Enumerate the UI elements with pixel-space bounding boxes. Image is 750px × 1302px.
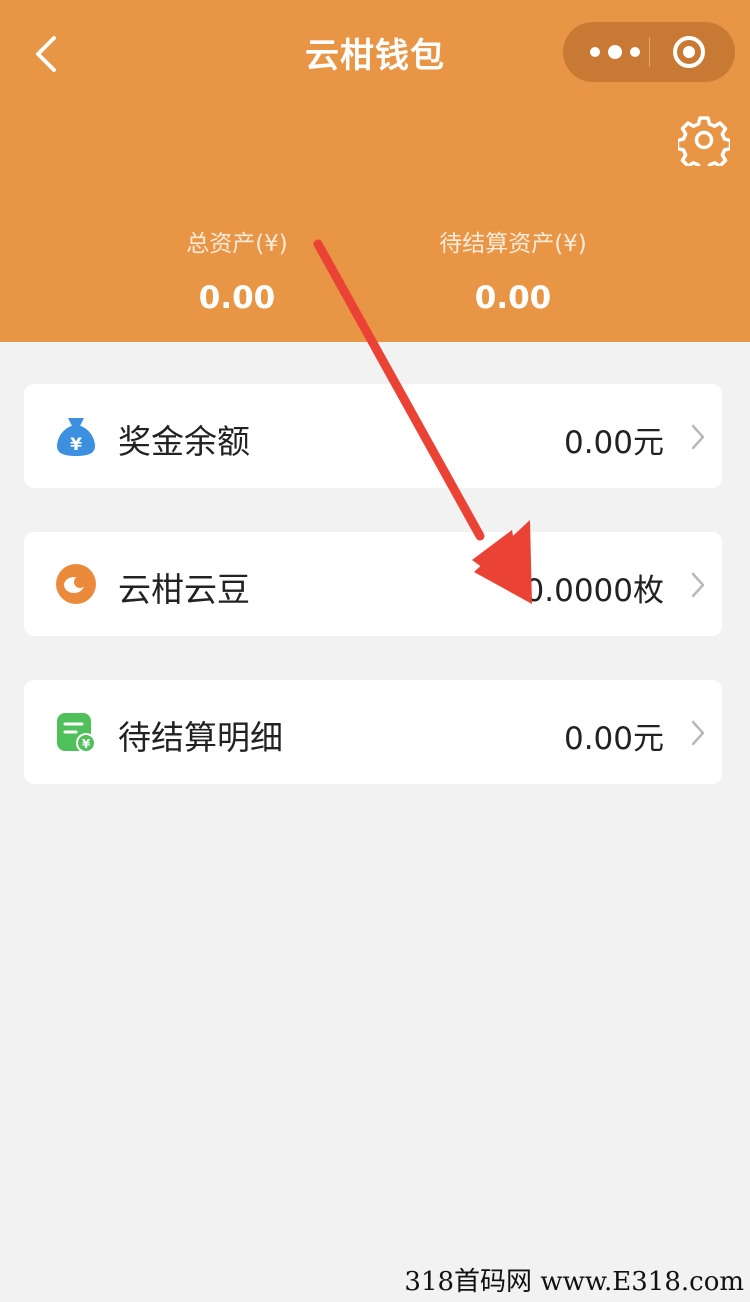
mini-program-capsule [563,22,735,82]
pending-assets-label: 待结算资产(¥) [439,231,587,257]
list-item-pending-details[interactable]: ¥ 待结算明细 0.00元 [24,680,722,784]
chevron-right-icon [691,720,705,746]
total-assets-value: 0.00 [198,280,276,316]
list-item-bonus-balance[interactable]: ¥ 奖金余额 0.00元 [24,384,722,488]
bonus-balance-label: 奖金余额 [118,422,250,461]
chevron-right-icon [691,424,705,450]
total-assets: 总资产(¥) 0.00 [112,224,362,316]
gear-icon[interactable] [678,114,730,166]
svg-text:¥: ¥ [82,737,91,751]
total-assets-label: 总资产(¥) [186,231,288,257]
watermark: 318首码网 www.E318.com [404,1267,744,1297]
svg-text:¥: ¥ [70,435,82,455]
pending-details-label: 待结算明细 [118,718,283,757]
pending-assets: 待结算资产(¥) 0.00 [388,224,638,316]
wallet-header: 云柑钱包 总资产(¥) 0.00 待结算资产(¥) 0.00 [0,0,750,342]
bean-icon [56,564,96,604]
beans-label: 云柑云豆 [118,570,250,609]
more-dots-icon[interactable] [585,36,645,68]
money-bag-icon: ¥ [57,418,95,456]
chevron-right-icon [691,572,705,598]
settlement-list-icon: ¥ [57,713,96,753]
beans-value: 0.0000枚 [524,573,664,609]
capsule-divider [649,37,650,67]
list-item-beans[interactable]: 云柑云豆 0.0000枚 [24,532,722,636]
pending-assets-value: 0.00 [474,280,552,316]
target-icon[interactable] [671,34,707,70]
bonus-balance-value: 0.00元 [563,425,664,461]
pending-details-value: 0.00元 [563,721,664,757]
